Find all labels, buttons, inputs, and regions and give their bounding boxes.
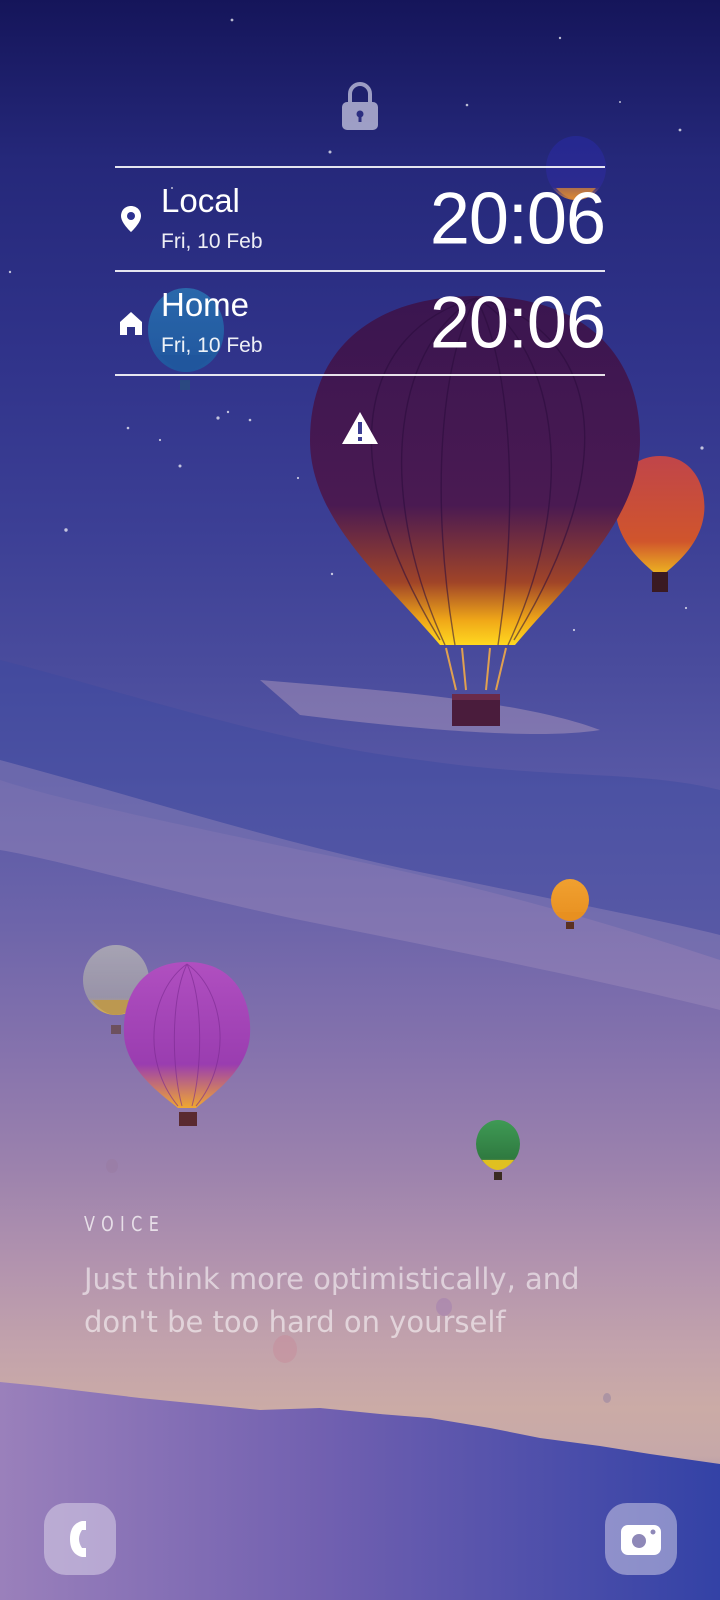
clock-row-home: Home Fri, 10 Feb 20:06 (115, 272, 606, 374)
camera-icon (621, 1525, 661, 1555)
clock-time: 20:06 (429, 178, 606, 260)
phone-icon (70, 1521, 86, 1557)
location-pin-icon (121, 206, 141, 232)
warning-icon[interactable] (341, 411, 379, 445)
clock-city: Home (161, 286, 250, 323)
phone-shortcut-button[interactable] (44, 1503, 116, 1575)
camera-shortcut-button[interactable] (605, 1503, 677, 1575)
lock-icon (342, 82, 378, 130)
home-icon (120, 312, 142, 335)
voice-quote[interactable]: Just think more optimistically, and don'… (84, 1258, 644, 1344)
clock-city: Local (161, 182, 240, 219)
clock-time: 20:06 (429, 282, 606, 364)
clock-date: Fri, 10 Feb (161, 334, 263, 357)
voice-label: VOICE (84, 1212, 166, 1236)
divider (115, 374, 605, 376)
dual-clock-widget[interactable]: Local Fri, 10 Feb 20:06 Home Fri, 10 Feb… (115, 166, 606, 376)
clock-date: Fri, 10 Feb (161, 230, 263, 253)
clock-row-local: Local Fri, 10 Feb 20:06 (115, 168, 606, 270)
lock-screen: Local Fri, 10 Feb 20:06 Home Fri, 10 Feb… (0, 0, 720, 1600)
